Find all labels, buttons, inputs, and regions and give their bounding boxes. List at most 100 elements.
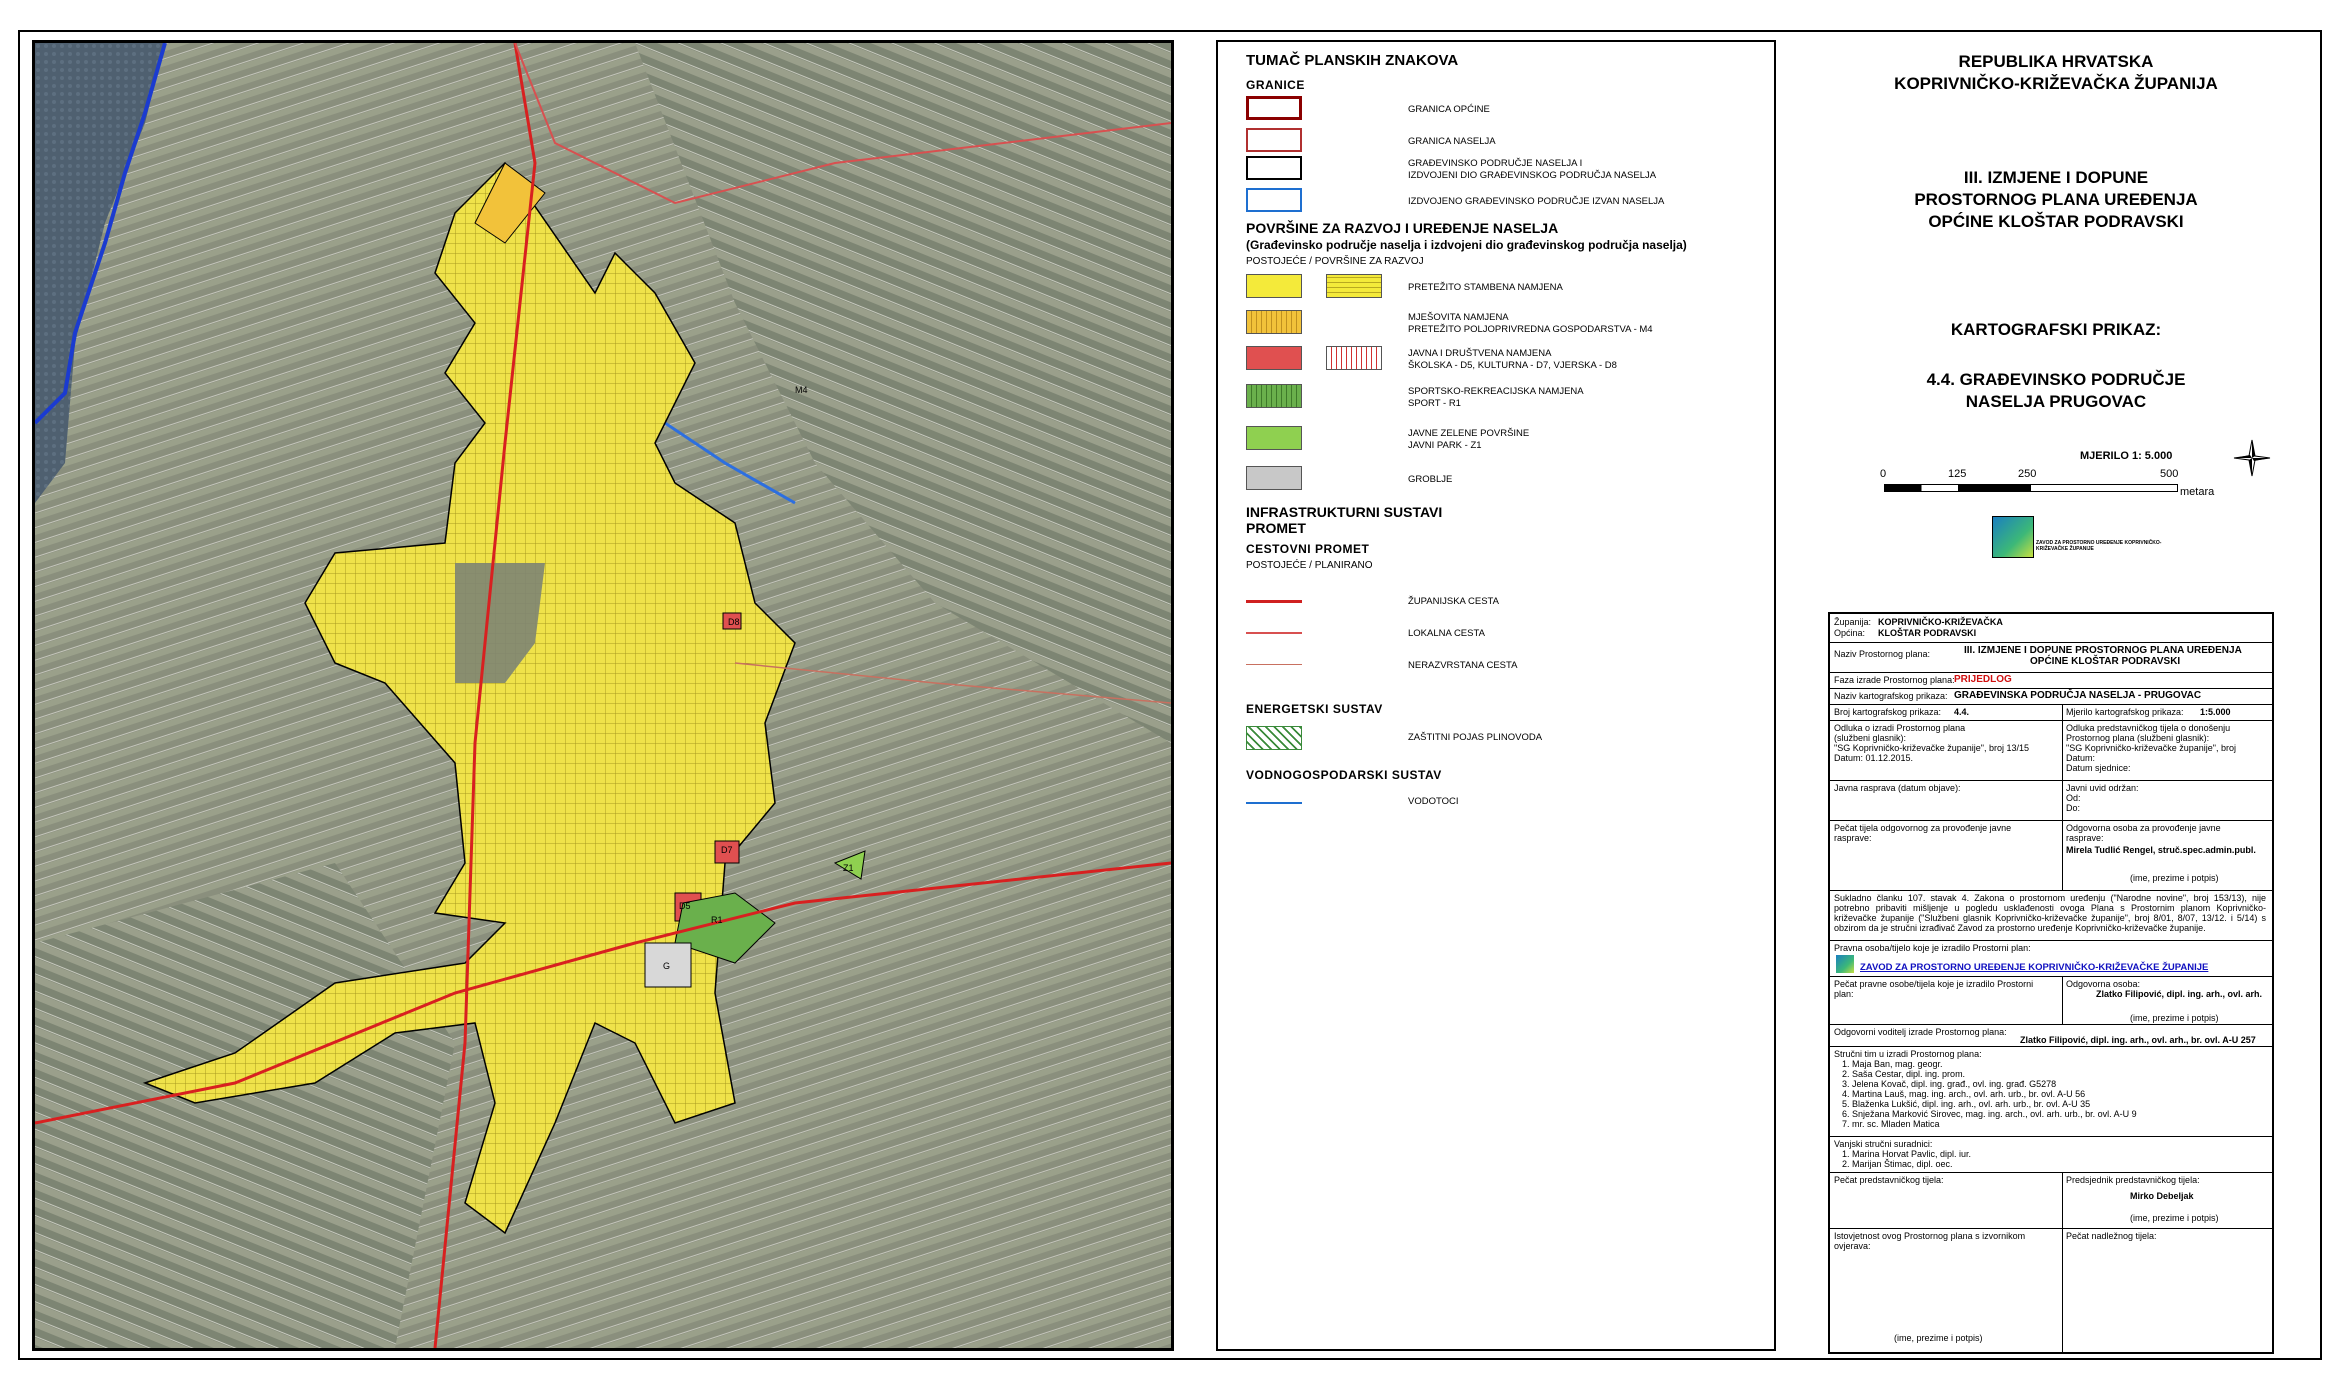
- divider: [2062, 720, 2063, 890]
- legend-povrsine-sub: (Građevinsko područje naselja i izdvojen…: [1246, 238, 1687, 252]
- scale-tick-500: 500: [2160, 468, 2179, 480]
- t-istovjetnost: Istovjetnost ovog Prostornog plana s izv…: [1834, 1231, 2026, 1251]
- izmjene-line-1: III. IZMJENE I DOPUNE: [1963, 168, 2149, 187]
- t-pecat1-left: Pečat tijela odgovornog za provođenje ja…: [1834, 823, 2012, 843]
- swatch-nerazvrstana: [1246, 664, 1302, 665]
- label-d7: D7: [721, 845, 733, 855]
- t-pecat3-ime: (ime, prezime i potpis): [2130, 1213, 2219, 1223]
- t-odluka-right: Odluka predstavničkog tijela o donošenju…: [2066, 723, 2236, 773]
- row-naziv: Naziv Prostornog plana: III. IZMJENE I D…: [1830, 642, 2272, 672]
- t-tim-5: 5. Blaženka Lukšić, dipl. ing. arh., ovl…: [1842, 1099, 2091, 1109]
- legend-energetski: ENERGETSKI SUSTAV: [1246, 702, 1383, 716]
- republika: REPUBLIKA HRVATSKA: [1958, 52, 2154, 71]
- t-nazivk-value: GRAĐEVINSKA PODRUČJA NASELJA - PRUGOVAC: [1954, 690, 2202, 701]
- legend-granica-naselja: GRANICA NASELJA: [1408, 136, 1496, 147]
- legend-mjesovita: MJEŠOVITA NAMJENA PRETEŽITO POLJOPRIVRED…: [1408, 312, 1653, 335]
- legend-postojece-planirano: POSTOJEĆE / PLANIRANO: [1246, 560, 1373, 571]
- legend-izdvojeno: IZDVOJENO GRAĐEVINSKO PODRUČJE IZVAN NAS…: [1408, 196, 1665, 207]
- t-voditelj-label: Odgovorni voditelj izrade Prostornog pla…: [1834, 1027, 2007, 1037]
- t-naziv-label: Naziv Prostornog plana:: [1834, 649, 1931, 659]
- legend-panel: TUMAČ PLANSKIH ZNAKOVA GRANICE GRANICA O…: [1216, 40, 1776, 1351]
- t-predsjednik-label: Predsjednik predstavničkog tijela:: [2066, 1175, 2200, 1185]
- divider: [2062, 1172, 2063, 1352]
- legend-vodotoci: VODOTOCI: [1408, 796, 1459, 807]
- map-panel[interactable]: D8 D5 D7 Z1 R1 M4 G: [32, 40, 1174, 1351]
- row-faza: Faza izrade Prostornog plana: PRIJEDLOG: [1830, 672, 2272, 688]
- legend-povrsine-heading: POVRŠINE ZA RAZVOJ I UREĐENJE NASELJA: [1246, 220, 1559, 236]
- t-broj-label: Broj kartografskog prikaza:: [1834, 707, 1942, 717]
- kartografski-prikaz: KARTOGRAFSKI PRIKAZ:: [1950, 320, 2162, 339]
- t-tim-4: 4. Martina Lauš, mag. ing. arch., ovl. a…: [1842, 1089, 2086, 1099]
- legend-sport: SPORTSKO-REKREACIJSKA NAMJENA SPORT - R1: [1408, 386, 1584, 409]
- t-pecat3-left: Pečat predstavničkog tijela:: [1834, 1175, 1944, 1185]
- t-nazivk-label: Naziv kartografskog prikaza:: [1834, 691, 1948, 701]
- t-faza-value: PRIJEDLOG: [1954, 674, 2012, 685]
- t-strucni-label: Stručni tim u izradi Prostornog plana:: [1834, 1049, 1982, 1059]
- legend-stambena: PRETEŽITO STAMBENA NAMJENA: [1408, 282, 1563, 293]
- t-mjer-value: 1:5.000: [2200, 707, 2231, 717]
- swatch-vodotoci: [1246, 802, 1302, 804]
- legend-plinovod: ZAŠTITNI POJAS PLINOVODA: [1408, 732, 1543, 743]
- izmjene-line-3: OPĆINE KLOŠTAR PODRAVSKI: [1928, 212, 2184, 231]
- mjerilo: MJERILO 1: 5.000: [2080, 450, 2173, 462]
- t-zavod: ZAVOD ZA PROSTORNO UREĐENJE KOPRIVNIČKO-…: [1860, 962, 2209, 973]
- t-javna-left: Javna rasprava (datum objave):: [1834, 783, 1961, 793]
- legend-title: TUMAČ PLANSKIH ZNAKOVA: [1246, 52, 1459, 69]
- t-faza-label: Faza izrade Prostornog plana:: [1834, 675, 1955, 685]
- t-mjer-label: Mjerilo kartografskog prikaza:: [2066, 707, 2184, 717]
- legend-granice-heading: GRANICE: [1246, 78, 1305, 92]
- row-broj: Broj kartografskog prikaza: 4.4. Mjerilo…: [1830, 704, 2272, 720]
- t-zupanija-value: KOPRIVNIČKO-KRIŽEVAČKA: [1878, 617, 2003, 627]
- swatch-javna: [1246, 346, 1302, 370]
- row-vanjski: Vanjski stručni suradnici: 1. Marina Hor…: [1830, 1136, 2272, 1172]
- legend-lokalna: LOKALNA CESTA: [1408, 628, 1485, 639]
- t-opcina-value: KLOŠTAR PODRAVSKI: [1878, 628, 1977, 638]
- legend-postojece: POSTOJEĆE / POVRŠINE ZA RAZVOJ: [1246, 256, 1424, 267]
- row-sukladno: Sukladno članku 107. stavak 4. Zakona o …: [1830, 890, 2272, 940]
- t-odgovorna-name: Zlatko Filipović, dipl. ing. arh., ovl. …: [2096, 989, 2263, 999]
- swatch-gradevinsko: [1246, 156, 1302, 180]
- swatch-zupanijska: [1246, 600, 1302, 603]
- swatch-groblje: [1246, 466, 1302, 490]
- row-naziv-kart: Naziv kartografskog prikaza: GRAĐEVINSKA…: [1830, 688, 2272, 704]
- divider: [2062, 704, 2063, 720]
- row-strucni: Stručni tim u izradi Prostornog plana: 1…: [1830, 1046, 2272, 1136]
- map-title-1: 4.4. GRAĐEVINSKO PODRUČJE: [1926, 370, 2186, 389]
- t-pecat1-right: Odgovorna osoba za provođenje javne rasp…: [2066, 823, 2221, 843]
- label-g: G: [663, 961, 670, 971]
- t-pecat1-ime: (ime, prezime i potpis): [2130, 873, 2219, 883]
- row-istovjetnost: Istovjetnost ovog Prostornog plana s izv…: [1830, 1228, 2272, 1352]
- t-opcina-label: Općina:: [1834, 628, 1866, 638]
- row-voditelj: Odgovorni voditelj izrade Prostornog pla…: [1830, 1024, 2272, 1046]
- swatch-plinovod: [1246, 726, 1302, 750]
- zavod-logo-text: ZAVOD ZA PROSTORNO UREĐENJE KOPRIVNIČKO-…: [2036, 540, 2162, 552]
- scale-tick-0: 0: [1880, 468, 1887, 480]
- map-title-2: NASELJA PRUGOVAC: [1965, 392, 2147, 411]
- t-tim-6: 6. Snježana Marković Sirovec, mag. ing. …: [1842, 1109, 2137, 1119]
- t-tim-3: 3. Jelena Kovač, dipl. ing. građ., ovl. …: [1842, 1079, 2057, 1089]
- t-tim-7: 7. mr. sc. Mladen Matica: [1842, 1119, 1940, 1129]
- t-vanjski-1: 1. Marina Horvat Pavlic, dipl. iur.: [1842, 1149, 1972, 1159]
- scale-tick-250: 250: [2018, 468, 2037, 480]
- legend-zelene: JAVNE ZELENE POVRŠINE JAVNI PARK - Z1: [1408, 428, 1530, 451]
- t-pecat2-ime: (ime, prezime i potpis): [2130, 1013, 2219, 1023]
- plan-info-table: Županija: KOPRIVNIČKO-KRIŽEVAČKA Općina:…: [1828, 612, 2274, 1354]
- t-pecat2-left: Pečat pravne osobe/tijela koje je izradi…: [1834, 979, 2034, 999]
- t-odluka-left: Odluka o izradi Prostornog plana (službe…: [1834, 723, 2029, 763]
- legend-groblje: GROBLJE: [1408, 474, 1453, 485]
- t-istovjetnost-ime: (ime, prezime i potpis): [1894, 1333, 1983, 1343]
- scale-tick-125: 125: [1948, 468, 1967, 480]
- swatch-stambena-razvoj: [1326, 274, 1382, 298]
- scale-unit: metara: [2180, 486, 2215, 498]
- legend-nerazvrstana: NERAZVRSTANA CESTA: [1408, 660, 1518, 671]
- row-javna: Javna rasprava (datum objave): Javni uvi…: [1830, 780, 2272, 820]
- swatch-zelene: [1246, 426, 1302, 450]
- divider: [2062, 976, 2063, 1024]
- t-naziv-value-1: III. IZMJENE I DOPUNE PROSTORNOG PLANA U…: [1964, 645, 2242, 656]
- row-pecat1: Pečat tijela odgovornog za provođenje ja…: [1830, 820, 2272, 890]
- swatch-javna-razvoj: [1326, 346, 1382, 370]
- north-arrow-icon: [2233, 439, 2271, 477]
- legend-gradevinsko: GRAĐEVINSKO PODRUČJE NASELJA I IZDVOJENI…: [1408, 158, 1657, 181]
- t-odgovorna: Odgovorna osoba:: [2066, 979, 2141, 989]
- t-vanjski-label: Vanjski stručni suradnici:: [1834, 1139, 1933, 1149]
